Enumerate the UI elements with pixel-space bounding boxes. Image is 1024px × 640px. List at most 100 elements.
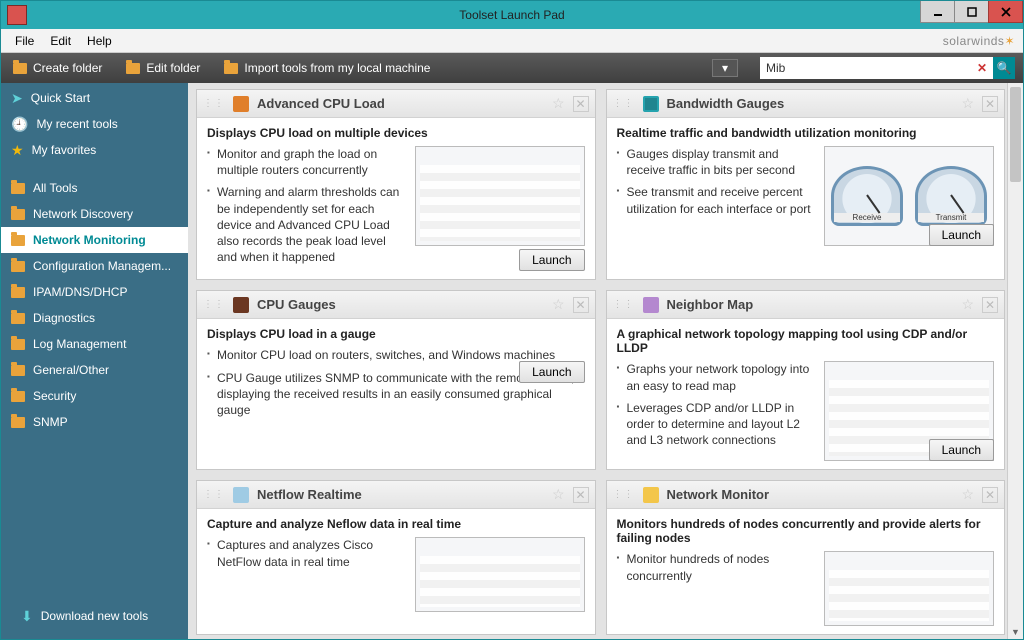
folder-icon <box>11 287 25 298</box>
sidebar-item-label: Diagnostics <box>33 311 95 325</box>
sidebar-item-security[interactable]: Security <box>1 383 188 409</box>
search-go-button[interactable]: 🔍 <box>993 57 1015 79</box>
tool-icon <box>233 297 249 313</box>
card-description: A graphical network topology mapping too… <box>617 327 995 355</box>
sidebar-item-diagnostics[interactable]: Diagnostics <box>1 305 188 331</box>
launch-button[interactable]: Launch <box>929 224 994 246</box>
card-description: Monitors hundreds of nodes concurrently … <box>617 517 995 545</box>
folder-icon <box>11 313 25 324</box>
sidebar-item-label: My favorites <box>32 143 97 157</box>
create-folder-label: Create folder <box>33 61 102 75</box>
quickstart-icon: ➤ <box>11 91 23 105</box>
card-title: Advanced CPU Load <box>257 96 544 111</box>
import-tools-button[interactable]: Import tools from my local machine <box>220 59 434 77</box>
sidebar: ➤Quick Start🕘My recent tools ★ My favorite… <box>1 83 188 639</box>
card-close-icon[interactable]: ✕ <box>982 96 998 112</box>
grip-icon[interactable]: ⋮⋮ <box>203 301 225 309</box>
minimize-button[interactable] <box>920 1 955 23</box>
sidebar-item-quick-start[interactable]: ➤Quick Start <box>1 85 188 111</box>
favorite-star-icon[interactable]: ☆ <box>961 296 974 313</box>
scroll-down-icon[interactable]: ▼ <box>1008 625 1023 639</box>
star-icon: ★ <box>11 143 24 157</box>
sidebar-item-label: Configuration Managem... <box>33 259 171 273</box>
close-button[interactable] <box>988 1 1023 23</box>
card-bullets: Captures and analyzes Cisco NetFlow data… <box>207 537 405 575</box>
sidebar-item-configuration-managem[interactable]: Configuration Managem... <box>1 253 188 279</box>
sidebar-item-label: Log Management <box>33 337 126 351</box>
card-title: Netflow Realtime <box>257 487 544 502</box>
sidebar-item-log-management[interactable]: Log Management <box>1 331 188 357</box>
tool-card: ⋮⋮Network Monitor☆✕Monitors hundreds of … <box>606 480 1006 635</box>
search-box: ✕ 🔍 <box>760 57 1015 79</box>
card-close-icon[interactable]: ✕ <box>573 487 589 503</box>
sidebar-item-label: My recent tools <box>36 117 117 131</box>
favorite-star-icon[interactable]: ☆ <box>552 296 565 313</box>
card-bullets: Graphs your network topology into an eas… <box>617 361 815 454</box>
tool-card: ⋮⋮ Bandwidth Gauges ☆ ✕ Realtime traffic and… <box>606 89 1006 280</box>
sidebar-item-network-monitoring[interactable]: Network Monitoring <box>1 227 188 253</box>
card-close-icon[interactable]: ✕ <box>573 297 589 313</box>
create-folder-button[interactable]: Create folder <box>9 59 106 77</box>
folder-icon <box>11 339 25 350</box>
favorite-star-icon[interactable]: ☆ <box>961 486 974 503</box>
sidebar-item-label: SNMP <box>33 415 68 429</box>
sidebar-item-ipam-dns-dhcp[interactable]: IPAM/DNS/DHCP <box>1 279 188 305</box>
tool-card: ⋮⋮CPU Gauges☆✕Displays CPU load in a gau… <box>196 290 596 470</box>
scroll-thumb[interactable] <box>1010 87 1021 182</box>
favorite-star-icon[interactable]: ☆ <box>552 486 565 503</box>
folder-icon <box>11 417 25 428</box>
sidebar-item-snmp[interactable]: SNMP <box>1 409 188 435</box>
sidebar-item-my-recent-tools[interactable]: 🕘My recent tools <box>1 111 188 137</box>
card-thumbnail <box>415 537 585 612</box>
bullet-item: Monitor hundreds of nodes concurrently <box>617 551 815 583</box>
card-close-icon[interactable]: ✕ <box>573 96 589 112</box>
card-description: Displays CPU load on multiple devices <box>207 126 585 140</box>
folder-edit-icon <box>126 63 140 74</box>
launch-button[interactable]: Launch <box>519 249 584 271</box>
grip-icon[interactable]: ⋮⋮ <box>613 491 635 499</box>
sidebar-item-all-tools[interactable]: All Tools <box>1 175 188 201</box>
brand-label: solarwinds✶ <box>943 34 1015 48</box>
sidebar-item-label: All Tools <box>33 181 77 195</box>
bullet-item: Warning and alarm thresholds can be inde… <box>207 184 405 265</box>
grip-icon[interactable]: ⋮⋮ <box>203 491 225 499</box>
bullet-item: Leverages CDP and/or LLDP in order to de… <box>617 400 815 449</box>
sidebar-item-label: Network Monitoring <box>33 233 146 247</box>
tool-card: ⋮⋮Netflow Realtime☆✕Capture and analyze … <box>196 480 596 635</box>
favorite-star-icon[interactable]: ☆ <box>961 95 974 112</box>
launch-button[interactable]: Launch <box>929 439 994 461</box>
sidebar-item-label: Network Discovery <box>33 207 133 221</box>
card-close-icon[interactable]: ✕ <box>982 297 998 313</box>
favorite-star-icon[interactable]: ☆ <box>552 95 565 112</box>
launch-button[interactable]: Launch <box>519 361 584 383</box>
card-description: Displays CPU load in a gauge <box>207 327 585 341</box>
sidebar-item-my-favorites[interactable]: ★ My favorites <box>1 137 188 163</box>
folder-icon <box>11 261 25 272</box>
bullet-item: Graphs your network topology into an eas… <box>617 361 815 393</box>
tool-card: ⋮⋮Neighbor Map☆✕A graphical network topo… <box>606 290 1006 470</box>
card-thumbnail <box>824 551 994 626</box>
app-icon <box>7 5 27 25</box>
app-window: Toolset Launch Pad File Edit Help solarw… <box>0 0 1024 640</box>
grip-icon[interactable]: ⋮⋮ <box>613 301 635 309</box>
sidebar-item-network-discovery[interactable]: Network Discovery <box>1 201 188 227</box>
sidebar-item-label: General/Other <box>33 363 109 377</box>
menu-help[interactable]: Help <box>79 31 120 51</box>
grip-icon[interactable]: ⋮⋮ <box>203 100 225 108</box>
search-clear-icon[interactable]: ✕ <box>971 61 993 75</box>
vertical-scrollbar[interactable]: ▲ ▼ <box>1007 83 1023 639</box>
menu-edit[interactable]: Edit <box>42 31 79 51</box>
view-dropdown[interactable]: ▾ <box>712 59 738 77</box>
search-input[interactable] <box>760 61 971 75</box>
download-new-tools[interactable]: ⬇ Download new tools <box>11 603 178 629</box>
sidebar-item-general-other[interactable]: General/Other <box>1 357 188 383</box>
window-title: Toolset Launch Pad <box>1 8 1023 22</box>
card-title: Bandwidth Gauges <box>667 96 954 111</box>
maximize-button[interactable] <box>954 1 989 23</box>
edit-folder-button[interactable]: Edit folder <box>122 59 204 77</box>
card-close-icon[interactable]: ✕ <box>982 487 998 503</box>
folder-plus-icon <box>13 63 27 74</box>
menu-file[interactable]: File <box>7 31 42 51</box>
grip-icon[interactable]: ⋮⋮ <box>613 100 635 108</box>
card-description: Realtime traffic and bandwidth utilizati… <box>617 126 995 140</box>
